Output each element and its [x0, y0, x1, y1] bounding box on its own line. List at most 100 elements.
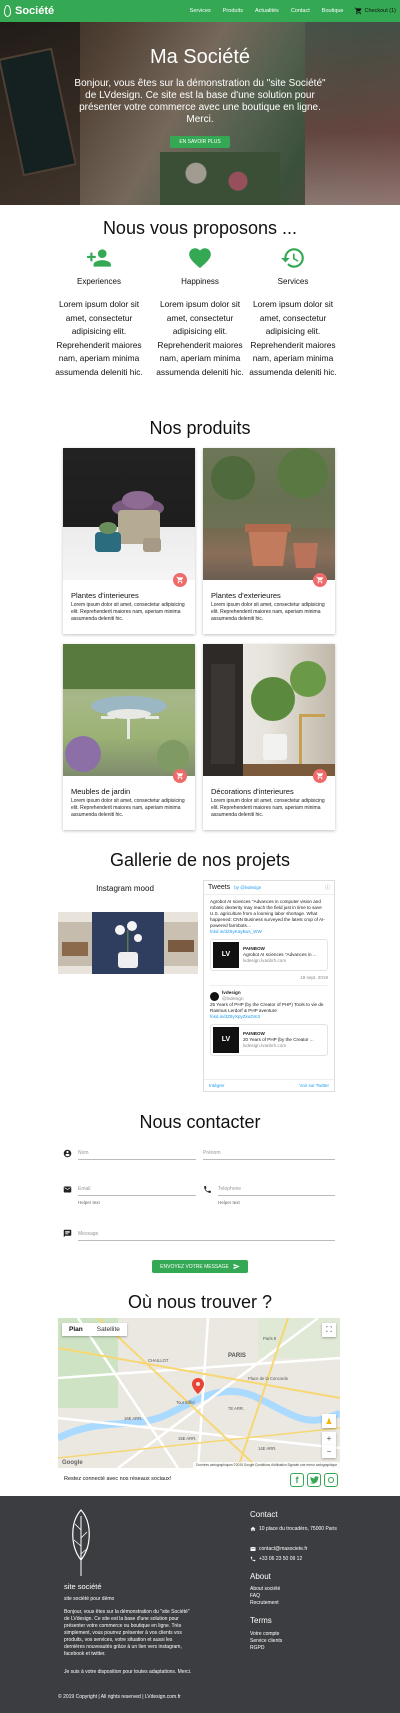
product-text: Lorem ipsum dolor sit amet, consectetur … — [211, 602, 325, 622]
zoom-out-button[interactable]: − — [322, 1445, 336, 1458]
email-field[interactable]: Email — [78, 1182, 196, 1196]
lv-logo-icon: LV — [213, 1027, 239, 1053]
map-label: Place de la Concorde — [248, 1376, 289, 1381]
hero-button[interactable]: EN SAVOIR PLUS — [170, 136, 230, 148]
nav-link-contact[interactable]: Contact — [291, 8, 310, 14]
hero-text: Bonjour, vous êtes sur la démonstration … — [74, 78, 326, 125]
product-card[interactable]: Décorations d'interieures Lorem ipsum do… — [203, 644, 335, 830]
footer-email[interactable]: contact@masociete.fr — [250, 1546, 307, 1552]
cart-button[interactable]: Checkout (1) — [354, 7, 396, 15]
nav-link-services[interactable]: Services — [190, 8, 211, 14]
fullscreen-icon[interactable]: ⛶ — [322, 1323, 336, 1337]
view-on-twitter-link[interactable]: Voir sur Twitter — [299, 1083, 329, 1088]
footer-about-title: About — [250, 1572, 271, 1581]
nav-link-produits[interactable]: Produits — [223, 8, 243, 14]
hero-title: Ma Société — [149, 46, 251, 68]
footer-site-name: site société — [64, 1582, 102, 1591]
tweet-link[interactable]: lnkd.in/dZ6yKayBus_WW — [210, 929, 328, 935]
tweet-link[interactable]: lnkd.in/dZ9yXpyZkuDm3 — [210, 1014, 328, 1020]
nom-placeholder: Nom — [78, 1150, 89, 1156]
nav-link-boutique[interactable]: Boutique — [322, 8, 344, 14]
map-label: 15E ARR. — [178, 1436, 197, 1441]
send-message-button[interactable]: ENVOYEZ VOTRE MESSAGE — [152, 1260, 248, 1273]
google-map[interactable]: CHAILLOT PARIS Place de la Concorde 16E … — [58, 1318, 340, 1468]
telephone-placeholder: Telephone — [218, 1186, 242, 1192]
twitter-header: Tweets by @lvdesign ⓘ — [204, 881, 334, 895]
footer-account-link[interactable]: Votre compte — [250, 1631, 279, 1637]
instagram-title: Instagram mood — [96, 884, 154, 893]
footer-recrutement-link[interactable]: Recrutement — [250, 1600, 279, 1606]
map-footer[interactable]: Données cartographiques ©2019 Google Con… — [193, 1462, 340, 1468]
twitter-timeline[interactable]: Tweets by @lvdesign ⓘ Agrobot AI science… — [203, 880, 335, 1092]
map-label: 7E ARR. — [228, 1406, 245, 1411]
product-text: Lorem ipsum dolor sit amet, consectetur … — [71, 602, 185, 622]
tweet-date: 18 sept. 2019 — [300, 975, 328, 980]
email-placeholder: Email — [78, 1186, 91, 1192]
product-card[interactable]: Plantes d'exterieures Lorem ipsum dolor … — [203, 448, 335, 634]
feature-experiences: Experiences Lorem ipsum dolor sit amet, … — [54, 245, 144, 379]
footer-faq-link[interactable]: FAQ — [250, 1593, 260, 1599]
email-icon — [63, 1186, 72, 1193]
map-pin-icon[interactable] — [192, 1378, 204, 1394]
product-card[interactable]: Plantes d'interieures Lorem ipsum dolor … — [63, 448, 195, 634]
nom-field[interactable]: Nom — [78, 1146, 196, 1160]
footer-contact-title: Contact — [250, 1510, 278, 1519]
telephone-helper: Helper text — [218, 1200, 240, 1205]
leaf-logo-icon — [72, 1509, 90, 1576]
cart-icon — [176, 772, 184, 780]
products-title: Nos produits — [149, 418, 251, 438]
prenom-field[interactable]: Prénom — [203, 1146, 335, 1160]
footer-rgpd-link[interactable]: RGPD — [250, 1645, 264, 1651]
feature-title: Services — [277, 277, 309, 286]
footer: site société site société pour démo Bonj… — [0, 1496, 400, 1713]
map-type-tabs: Plan Satellite — [62, 1323, 127, 1336]
product-card[interactable]: Meubles de jardin Lorem ipsum dolor sit … — [63, 644, 195, 830]
services-title: Nous vous proposons ... — [102, 218, 298, 238]
brand[interactable]: Société — [4, 5, 54, 17]
map-tab-satellite[interactable]: Satellite — [90, 1323, 127, 1336]
email-helper: Helper text — [78, 1200, 100, 1205]
person-add-icon — [87, 249, 111, 267]
footer-service-link[interactable]: Service clients — [250, 1638, 282, 1644]
footer-phone[interactable]: +33 06 23 50 09 12 — [250, 1556, 302, 1562]
hero-banner: Ma Société Bonjour, vous êtes sur la dém… — [0, 22, 400, 205]
footer-address: 10 place du trocadéro, 75000 Paris — [250, 1526, 340, 1532]
nav-link-actualites[interactable]: Actualités — [255, 8, 279, 14]
footer-about-link[interactable]: About société — [250, 1586, 280, 1592]
add-to-cart-button[interactable] — [313, 769, 327, 783]
street-view-icon[interactable]: ♟ — [322, 1414, 336, 1428]
product-title: Meubles de jardin — [71, 787, 131, 796]
tweet-card[interactable]: LV PAINBOW Agrobot AI sciences "Advances… — [210, 939, 328, 971]
instagram-icon[interactable] — [324, 1473, 338, 1487]
heart-icon — [189, 248, 211, 269]
add-to-cart-button[interactable] — [173, 573, 187, 587]
info-icon[interactable]: ⓘ — [325, 884, 330, 891]
footer-note: Je suis à votre disposition pour toutes … — [64, 1669, 192, 1675]
embed-link[interactable]: Intégrer — [209, 1083, 225, 1088]
avatar[interactable] — [210, 991, 219, 1001]
tweet-card-domain: lvdesign.lvanbrh.com — [243, 958, 287, 963]
facebook-icon[interactable]: f — [290, 1473, 304, 1487]
feature-title: Happiness — [181, 277, 219, 286]
map-tab-plan[interactable]: Plan — [62, 1323, 90, 1336]
cart-icon — [354, 7, 361, 15]
feature-text: Lorem ipsum dolor sit amet, consectetur … — [55, 299, 143, 377]
tweet-card[interactable]: LV PAINBOW 20 Years of PHP (by the Creat… — [210, 1024, 328, 1056]
account-circle-icon — [63, 1149, 72, 1158]
instagram-gallery[interactable] — [58, 912, 198, 974]
tweet-text: 25 Years of PHP (by the Creator of PHP) … — [210, 1002, 324, 1013]
add-to-cart-button[interactable] — [173, 769, 187, 783]
message-icon — [63, 1229, 72, 1238]
feature-services: Services Lorem ipsum dolor sit amet, con… — [248, 245, 338, 379]
message-field[interactable]: Message — [78, 1227, 335, 1241]
map-label: 14E ARR. — [258, 1446, 277, 1451]
telephone-field[interactable]: Telephone — [218, 1182, 335, 1196]
twitter-by[interactable]: by @lvdesign — [234, 885, 261, 890]
add-to-cart-button[interactable] — [313, 573, 327, 587]
zoom-in-button[interactable]: + — [322, 1432, 336, 1445]
copyright: © 2019 Copyright | All rights reserved |… — [58, 1694, 181, 1700]
product-text: Lorem ipsum dolor sit amet, consectetur … — [71, 798, 185, 818]
gallery-title: Gallerie de nos projets — [109, 850, 291, 870]
contact-title: Nous contacter — [139, 1112, 261, 1132]
twitter-icon[interactable] — [307, 1473, 321, 1487]
